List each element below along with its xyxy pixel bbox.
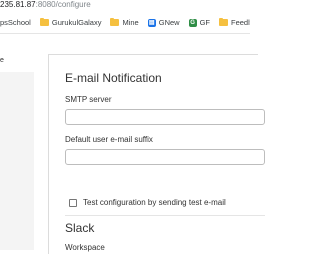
url-path: :8080/configure [35, 0, 91, 9]
test-config-checkbox[interactable] [69, 199, 77, 207]
bookmark-label: GNew [158, 18, 180, 27]
bookmark-label: psSchool [0, 18, 31, 27]
bookmark-mine[interactable]: Mine [110, 18, 139, 27]
address-bar[interactable]: 235.81.87:8080/configure [0, 0, 250, 12]
bookmark-gf[interactable]: G GF [188, 18, 210, 27]
bookmarks-bar: psSchool GurukulGalaxy Mine ▤ GNew G GF … [0, 12, 250, 34]
side-panel [0, 72, 34, 250]
smtp-server-input[interactable] [65, 109, 265, 125]
bookmark-gurukulgalaxy[interactable]: GurukulGalaxy [39, 18, 102, 27]
slack-section-title: Slack [65, 221, 95, 235]
bookmark-label: GF [199, 18, 210, 27]
config-panel: E-mail Notification SMTP server Default … [48, 54, 265, 254]
email-suffix-input[interactable] [65, 149, 265, 165]
section-divider [65, 215, 265, 216]
side-nav-fragment: e [0, 57, 4, 64]
folder-icon [110, 18, 120, 26]
bookmark-label: Feedly [231, 18, 250, 27]
smtp-server-label: SMTP server [65, 95, 112, 104]
news-icon: ▤ [147, 18, 156, 27]
gfg-icon: G [188, 18, 197, 27]
bookmark-gnew[interactable]: ▤ GNew [147, 18, 180, 27]
configure-page: e E-mail Notification SMTP server Defaul… [0, 34, 265, 254]
folder-icon [219, 18, 228, 26]
bookmark-label: GurukulGalaxy [51, 18, 102, 27]
folder-icon [39, 18, 49, 26]
test-config-label: Test configuration by sending test e-mai… [83, 198, 226, 207]
bookmark-feedly[interactable]: Feedly [219, 18, 250, 27]
bookmark-label: Mine [122, 18, 139, 27]
email-section-title: E-mail Notification [65, 71, 162, 85]
bookmark-psschool[interactable]: psSchool [0, 18, 31, 27]
url-host: 235.81.87 [0, 0, 36, 9]
workspace-label: Workspace [65, 243, 105, 252]
email-suffix-label: Default user e-mail suffix [65, 135, 153, 144]
